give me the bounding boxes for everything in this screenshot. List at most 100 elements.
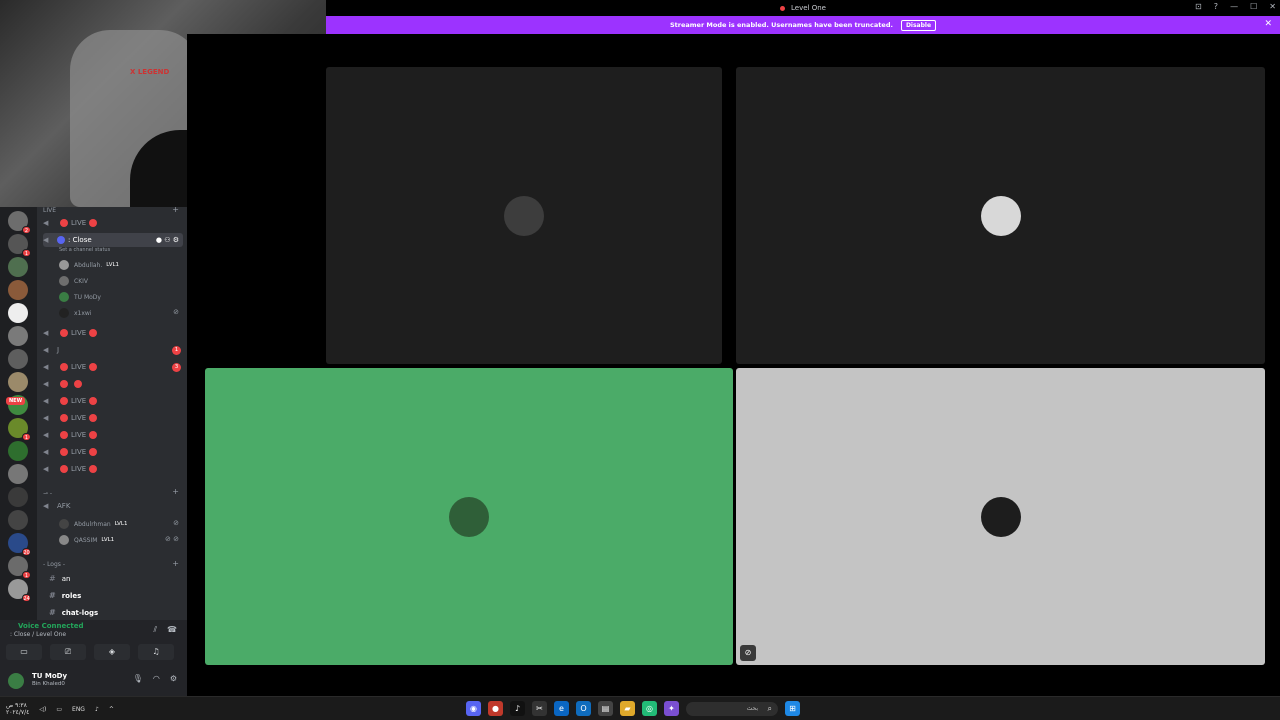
text-channel-an[interactable]: # an [49, 574, 70, 583]
microphone-icon[interactable]: 🎙 [133, 674, 143, 683]
voice-member[interactable]: TU MoDy [59, 290, 101, 304]
edge-app-icon[interactable]: e [554, 701, 569, 716]
voice-member[interactable]: CKIV [59, 274, 88, 288]
voice-channel-live-3[interactable]: ◀ LIVE [43, 360, 100, 374]
search-bar[interactable]: بحث ⌕ [686, 701, 778, 716]
voice-connected-status[interactable]: Voice Connected [18, 622, 84, 630]
server-icon[interactable] [8, 487, 28, 507]
minimize-button[interactable]: — [1230, 2, 1238, 11]
server-icon[interactable] [8, 510, 28, 530]
category-divider[interactable]: ⇀ - [43, 490, 52, 497]
discord-app-icon[interactable]: ◉ [466, 701, 481, 716]
add-channel-icon[interactable]: + [172, 487, 179, 496]
obs-app-icon[interactable]: ● [488, 701, 503, 716]
muted-icon: ⊘ [740, 645, 756, 661]
server-icon[interactable] [8, 257, 28, 277]
headphones-icon[interactable]: ◠ [153, 674, 160, 683]
outlook-app-icon[interactable]: O [576, 701, 591, 716]
server-icon[interactable]: 1 [8, 556, 31, 579]
server-icon[interactable]: 20 [8, 533, 31, 556]
red-dot-icon [89, 397, 98, 405]
voice-channel-live-8[interactable]: ◀ LIVE [43, 462, 100, 476]
inbox-icon[interactable]: ⊡ [1195, 2, 1202, 11]
server-icon[interactable]: 1 [8, 418, 31, 441]
server-icon[interactable] [8, 303, 28, 323]
channel-settings-icon[interactable]: ● ⚇ ⚙ [156, 236, 179, 244]
voice-channel-live-2[interactable]: ◀ LIVE [43, 326, 100, 340]
server-rail: 2 1 1 20 1 24 [0, 207, 37, 620]
voice-channel-afk[interactable]: ◀ AFK [43, 499, 70, 513]
close-window-button[interactable]: ✕ [1269, 2, 1276, 11]
voice-channel-live-7[interactable]: ◀ LIVE [43, 445, 100, 459]
voice-member[interactable]: QASSIM LVL1 [59, 533, 114, 547]
soundboard-button[interactable]: ♫ [138, 644, 174, 660]
language-indicator[interactable]: ENG [72, 706, 85, 713]
server-mention-badge: 1 [22, 433, 31, 441]
participant-tile[interactable] [736, 67, 1265, 364]
voice-channel-live-1[interactable]: ◀ LIVE [43, 216, 100, 230]
channel-status[interactable]: Set a channel status [59, 247, 110, 253]
category-logs[interactable]: - Logs - [43, 561, 65, 568]
voice-member[interactable]: Abdullah. LVL1 [59, 258, 119, 272]
red-dot-icon [89, 219, 98, 227]
voice-location[interactable]: : Close / Level One [10, 631, 66, 638]
volume-icon[interactable]: ◁) [39, 706, 46, 713]
add-channel-icon[interactable]: + [172, 559, 179, 568]
voice-channel-dots[interactable]: ◀ [43, 377, 85, 391]
voice-member[interactable]: Abdulrhman LVL1 [59, 517, 127, 531]
tiktok-app-icon[interactable]: ♪ [510, 701, 525, 716]
server-icon[interactable] [8, 280, 28, 300]
server-icon[interactable] [8, 372, 28, 392]
participant-avatar [449, 496, 489, 537]
voice-channel-live-5[interactable]: ◀ LIVE [43, 411, 100, 425]
user-panel: TU MoDy Bin Khaled0 🎙 ◠ ⚙ [0, 666, 187, 696]
user-status: Bin Khaled0 [32, 681, 65, 687]
text-channel-roles[interactable]: # roles [49, 591, 81, 600]
maximize-button[interactable]: ☐ [1250, 2, 1257, 11]
network-icon[interactable]: ▭ [56, 706, 62, 713]
settings-gear-icon[interactable]: ⚙ [170, 674, 177, 683]
text-channel-chat-logs[interactable]: # chat-logs [49, 608, 98, 617]
participant-tile[interactable] [326, 67, 722, 364]
help-icon[interactable]: ? [1214, 2, 1218, 11]
avatar[interactable] [8, 673, 24, 689]
disconnect-icon[interactable]: ☎ [167, 625, 177, 635]
copilot-app-icon[interactable]: ✦ [664, 701, 679, 716]
server-icon[interactable]: 24 [8, 579, 31, 602]
activities-button[interactable]: ◈ [94, 644, 130, 660]
voice-channel-live-6[interactable]: ◀ LIVE [43, 428, 100, 442]
video-off-button[interactable]: ▭ [6, 644, 42, 660]
chrome-app-icon[interactable]: ◎ [642, 701, 657, 716]
screen-share-button[interactable]: ⎚ [50, 644, 86, 660]
clock[interactable]: ٩:٣٨ ص ٢٠٢٤/٧/٤ [6, 702, 29, 716]
voice-member[interactable]: x1xwi [59, 306, 92, 320]
mic-tray-icon[interactable]: ♪ [95, 706, 99, 713]
server-icon[interactable] [8, 464, 28, 484]
hash-icon: # [49, 608, 56, 617]
server-icon[interactable]: 2 [8, 211, 31, 234]
participant-tile-speaking[interactable] [205, 368, 733, 665]
server-icon[interactable] [8, 349, 28, 369]
participant-avatar [980, 195, 1021, 236]
noise-suppression-icon[interactable]: ⫽ [153, 625, 157, 635]
server-icon[interactable] [8, 441, 28, 461]
add-channel-icon[interactable]: + [172, 207, 179, 214]
disable-streamer-mode-button[interactable]: Disable [900, 19, 937, 31]
start-menu-icon[interactable]: ⊞ [785, 701, 800, 716]
capcut-app-icon[interactable]: ✂ [532, 701, 547, 716]
server-icon[interactable]: 1 [8, 234, 31, 257]
voice-channel-close[interactable]: ◀ : Close ● ⚇ ⚙ [43, 233, 183, 247]
banner-close-icon[interactable]: ✕ [1264, 19, 1272, 29]
avatar [59, 260, 69, 270]
store-app-icon[interactable]: ▤ [598, 701, 613, 716]
file-explorer-icon[interactable]: ▰ [620, 701, 635, 716]
voice-channel-live-4[interactable]: ◀ LIVE [43, 394, 100, 408]
category-live[interactable]: LIVE [43, 207, 56, 214]
server-icon[interactable] [8, 326, 28, 346]
speaker-icon: ◀ [43, 219, 49, 227]
tray-expand-icon[interactable]: ^ [109, 706, 114, 713]
red-dot-icon [60, 431, 68, 439]
username[interactable]: TU MoDy [32, 672, 67, 680]
voice-channel-j[interactable]: ◀ J [43, 343, 59, 357]
participant-tile[interactable]: ⊘ [736, 368, 1265, 665]
